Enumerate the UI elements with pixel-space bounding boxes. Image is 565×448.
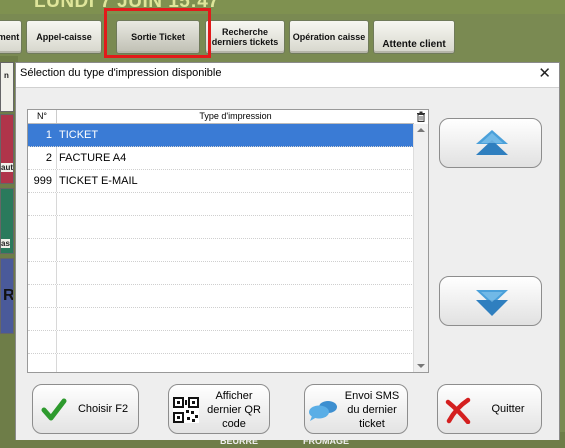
column-separator — [56, 262, 57, 284]
send-sms-button[interactable]: Envoi SMS du dernier ticket — [304, 384, 408, 434]
toolbar-button-recherche-tickets[interactable]: Recherche derniers tickets — [205, 20, 285, 54]
toolbar-label: Attente client — [382, 39, 446, 50]
column-separator — [56, 239, 57, 261]
row-number: 999 — [33, 175, 52, 187]
print-type-dialog: Sélection du type d'impression disponibl… — [15, 62, 560, 440]
toolbar-button-attente-client[interactable]: Attente client — [373, 20, 455, 54]
left-tile[interactable]: as — [0, 188, 14, 254]
column-header-type[interactable]: Type d'impression — [57, 110, 414, 123]
empty-row — [28, 331, 414, 354]
empty-row — [28, 308, 414, 331]
column-separator — [56, 216, 57, 238]
show-qr-button-label: Afficher dernier QR code — [207, 390, 261, 430]
column-header-no[interactable]: N° — [28, 110, 57, 123]
red-highlight-box — [104, 8, 211, 58]
row-print-type: FACTURE A4 — [59, 152, 127, 164]
left-tile[interactable]: n — [0, 62, 14, 112]
table-row[interactable]: 999 TICKET E-MAIL — [28, 170, 414, 193]
grid-rows: 1 TICKET 2 FACTURE A4 999 TICKET E-MAIL — [28, 124, 414, 372]
empty-row — [28, 239, 414, 262]
column-separator — [56, 331, 57, 353]
row-print-type: TICKET E-MAIL — [59, 175, 138, 187]
empty-row — [28, 262, 414, 285]
close-icon[interactable]: ✕ — [538, 64, 551, 82]
scroll-down-button[interactable] — [439, 276, 542, 326]
print-type-grid: N° Type d'impression 1 TICKET 2 FACTURE A4 9… — [27, 109, 429, 373]
table-row[interactable]: 1 TICKET — [28, 124, 414, 147]
choose-button[interactable]: Choisir F2 — [32, 384, 139, 434]
column-separator — [56, 147, 57, 169]
grid-header: N° Type d'impression — [28, 110, 414, 124]
scroll-up-icon[interactable] — [417, 128, 425, 132]
empty-row — [28, 285, 414, 308]
row-number: 1 — [45, 129, 52, 141]
arrow-down-icon — [476, 290, 508, 316]
dialog-body: N° Type d'impression 1 TICKET 2 FACTURE A4 9… — [16, 87, 559, 440]
table-row[interactable]: 2 FACTURE A4 — [28, 147, 414, 170]
cross-icon — [445, 397, 471, 424]
empty-row — [28, 193, 414, 216]
qr-code-icon — [173, 397, 199, 423]
column-separator — [56, 170, 57, 192]
choose-button-label: Choisir F2 — [77, 403, 129, 415]
column-separator — [56, 193, 57, 215]
arrow-up-icon — [476, 130, 508, 155]
toolbar-button-appel-caisse[interactable]: Appel-caisse — [26, 20, 102, 54]
send-sms-button-label: Envoi SMS du dernier ticket — [344, 390, 400, 430]
show-qr-button[interactable]: Afficher dernier QR code — [168, 384, 270, 434]
empty-row — [28, 216, 414, 239]
column-separator — [56, 354, 57, 372]
vertical-scrollbar[interactable] — [413, 124, 428, 372]
trash-icon[interactable] — [416, 111, 426, 122]
quit-button[interactable]: Quitter — [437, 384, 542, 434]
left-tile[interactable]: aut — [0, 114, 14, 184]
column-separator — [56, 124, 57, 146]
row-print-type: TICKET — [59, 129, 99, 141]
empty-row — [28, 354, 414, 372]
dialog-title: Sélection du type d'impression disponibl… — [20, 67, 222, 79]
left-tile-label: as — [1, 239, 10, 248]
column-separator — [56, 285, 57, 307]
scroll-down-icon[interactable] — [417, 364, 425, 368]
sms-bubble-icon — [309, 401, 337, 421]
row-number: 2 — [45, 152, 52, 164]
toolbar-label: ement — [0, 32, 20, 42]
column-separator — [56, 308, 57, 330]
toolbar-label: Opération caisse — [292, 32, 366, 42]
left-tile-label: n — [4, 71, 9, 80]
scroll-up-button[interactable] — [439, 118, 542, 168]
toolbar-label: Appel-caisse — [36, 32, 92, 42]
left-tile-label: R — [3, 287, 14, 304]
quit-button-label: Quitter — [491, 403, 525, 415]
toolbar-button-operation-caisse[interactable]: Opération caisse — [289, 20, 369, 54]
toolbar-button-paiement[interactable]: ement — [0, 20, 22, 54]
checkmark-icon — [41, 398, 67, 421]
left-tile[interactable]: R — [0, 258, 14, 334]
toolbar-label: Recherche derniers tickets — [211, 27, 279, 47]
left-tile-label: aut — [1, 163, 13, 172]
